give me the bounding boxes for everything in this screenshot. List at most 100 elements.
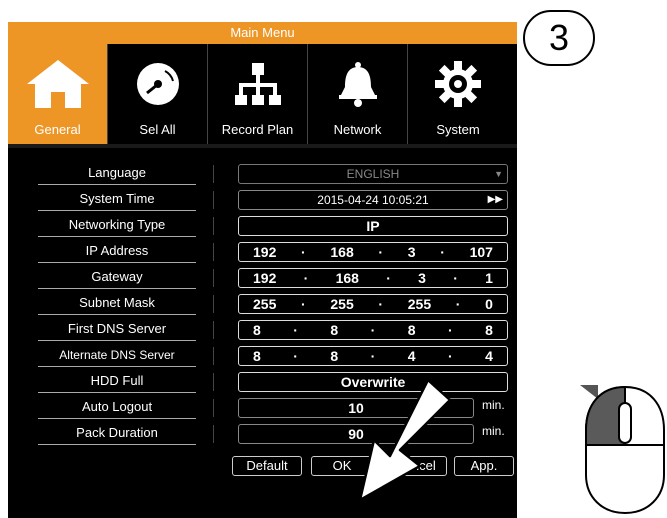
dropdown-arrow-icon: ▼ xyxy=(494,169,503,179)
octet-separator: · xyxy=(301,244,306,260)
hdd-full-label: HDD Full xyxy=(38,370,196,393)
ip-octet[interactable]: 1 xyxy=(485,269,493,287)
tab-sel-all[interactable]: Sel All xyxy=(108,44,208,144)
language-select[interactable]: ENGLISH ▼ xyxy=(238,164,508,184)
ip-octet[interactable]: 255 xyxy=(408,295,431,313)
octet-separator: · xyxy=(386,270,391,286)
octet-separator: · xyxy=(378,296,384,312)
ip-octet[interactable]: 3 xyxy=(408,243,416,261)
column-divider xyxy=(213,347,214,365)
octet-separator: · xyxy=(453,270,458,286)
tab-label: Record Plan xyxy=(221,122,294,137)
system-time-field[interactable]: 2015-04-24 10:05:21 ▶▶ xyxy=(238,190,508,210)
subnet-mask-input[interactable]: 255 · 255 · 255 · 0 xyxy=(238,294,508,314)
ip-octet[interactable]: 255 xyxy=(253,295,276,313)
tab-general[interactable]: General xyxy=(8,44,108,144)
ip-address-label: IP Address xyxy=(38,240,196,263)
pack-duration-label: Pack Duration xyxy=(38,422,196,445)
row-ip-address: IP Address 192 · 168 · 3 · 107 xyxy=(30,240,510,266)
ip-address-input[interactable]: 192 · 168 · 3 · 107 xyxy=(238,242,508,262)
ip-octet[interactable]: 192 xyxy=(253,269,276,287)
tab-record-plan[interactable]: Record Plan xyxy=(208,44,308,144)
octet-separator: · xyxy=(440,244,445,260)
octet-separator: · xyxy=(448,322,453,338)
tab-label: General xyxy=(34,122,81,137)
bell-icon xyxy=(308,54,407,114)
row-first-dns: First DNS Server 8 · 8 · 8 · 8 xyxy=(30,318,510,344)
ip-octet[interactable]: 8 xyxy=(253,347,261,365)
ip-octet[interactable]: 8 xyxy=(330,347,338,365)
row-language: Language ENGLISH ▼ xyxy=(30,162,510,188)
subnet-mask-label: Subnet Mask xyxy=(38,292,196,315)
octet-separator: · xyxy=(370,322,376,338)
ip-octet[interactable]: 192 xyxy=(253,243,276,261)
tab-bar: General Sel All Record Plan Network Syst… xyxy=(8,44,517,144)
gateway-input[interactable]: 192 · 168 · 3 · 1 xyxy=(238,268,508,288)
system-time-label: System Time xyxy=(38,188,196,211)
home-icon xyxy=(8,54,107,114)
disk-icon xyxy=(108,54,207,114)
ip-octet[interactable]: 8 xyxy=(330,321,338,339)
tab-network[interactable]: Network xyxy=(308,44,408,144)
octet-separator: · xyxy=(455,296,461,312)
row-subnet-mask: Subnet Mask 255 · 255 · 255 · 0 xyxy=(30,292,510,318)
ip-octet[interactable]: 107 xyxy=(470,243,493,261)
tab-divider xyxy=(8,144,517,148)
ip-octet[interactable]: 3 xyxy=(418,269,426,287)
tab-label: System xyxy=(436,122,480,137)
octet-separator: · xyxy=(378,244,384,260)
column-divider xyxy=(213,191,214,209)
pack-duration-unit: min. xyxy=(482,424,505,438)
column-divider xyxy=(213,425,214,443)
tab-label: Network xyxy=(333,122,382,137)
column-divider xyxy=(213,217,214,235)
octet-separator: · xyxy=(303,270,309,286)
networking-type-label: Networking Type xyxy=(38,214,196,237)
row-alternate-dns: Alternate DNS Server 8 · 8 · 4 · 4 xyxy=(30,344,510,370)
default-button[interactable]: Default xyxy=(232,456,302,476)
tab-label: Sel All xyxy=(139,122,176,137)
alternate-dns-label: Alternate DNS Server xyxy=(38,344,196,367)
first-dns-input[interactable]: 8 · 8 · 8 · 8 xyxy=(238,320,508,340)
ip-octet[interactable]: 4 xyxy=(408,347,416,365)
ip-octet[interactable]: 0 xyxy=(485,295,493,313)
column-divider xyxy=(213,295,214,313)
ip-octet[interactable]: 8 xyxy=(485,321,493,339)
networking-type-select[interactable]: IP xyxy=(238,216,508,236)
column-divider xyxy=(213,243,214,261)
window-title: Main Menu xyxy=(8,22,517,44)
ip-octet[interactable]: 8 xyxy=(408,321,416,339)
instruction-arrow xyxy=(358,378,452,502)
octet-separator: · xyxy=(448,348,453,364)
octet-separator: · xyxy=(293,348,298,364)
octet-separator: · xyxy=(370,348,376,364)
mouse-left-click-icon xyxy=(580,385,665,515)
ip-octet[interactable]: 168 xyxy=(336,269,359,287)
ip-octet[interactable]: 8 xyxy=(253,321,261,339)
step-number-badge: 3 xyxy=(523,10,595,66)
network-tree-icon xyxy=(208,54,307,114)
language-value: ENGLISH xyxy=(346,167,400,181)
column-divider xyxy=(213,321,214,339)
gear-icon xyxy=(408,54,508,114)
fast-forward-icon: ▶▶ xyxy=(487,194,503,205)
row-networking-type: Networking Type IP xyxy=(30,214,510,240)
gateway-label: Gateway xyxy=(38,266,196,289)
alternate-dns-input[interactable]: 8 · 8 · 4 · 4 xyxy=(238,346,508,366)
auto-logout-unit: min. xyxy=(482,398,505,412)
column-divider xyxy=(213,399,214,417)
ip-octet[interactable]: 4 xyxy=(485,347,493,365)
ip-octet[interactable]: 168 xyxy=(330,243,353,261)
row-gateway: Gateway 192 · 168 · 3 · 1 xyxy=(30,266,510,292)
language-label: Language xyxy=(38,162,196,185)
column-divider xyxy=(213,165,214,183)
row-system-time: System Time 2015-04-24 10:05:21 ▶▶ xyxy=(30,188,510,214)
octet-separator: · xyxy=(301,296,306,312)
tab-system[interactable]: System xyxy=(408,44,508,144)
first-dns-label: First DNS Server xyxy=(38,318,196,341)
auto-logout-label: Auto Logout xyxy=(38,396,196,419)
octet-separator: · xyxy=(293,322,298,338)
ip-octet[interactable]: 255 xyxy=(330,295,353,313)
column-divider xyxy=(213,373,214,391)
column-divider xyxy=(213,269,214,287)
